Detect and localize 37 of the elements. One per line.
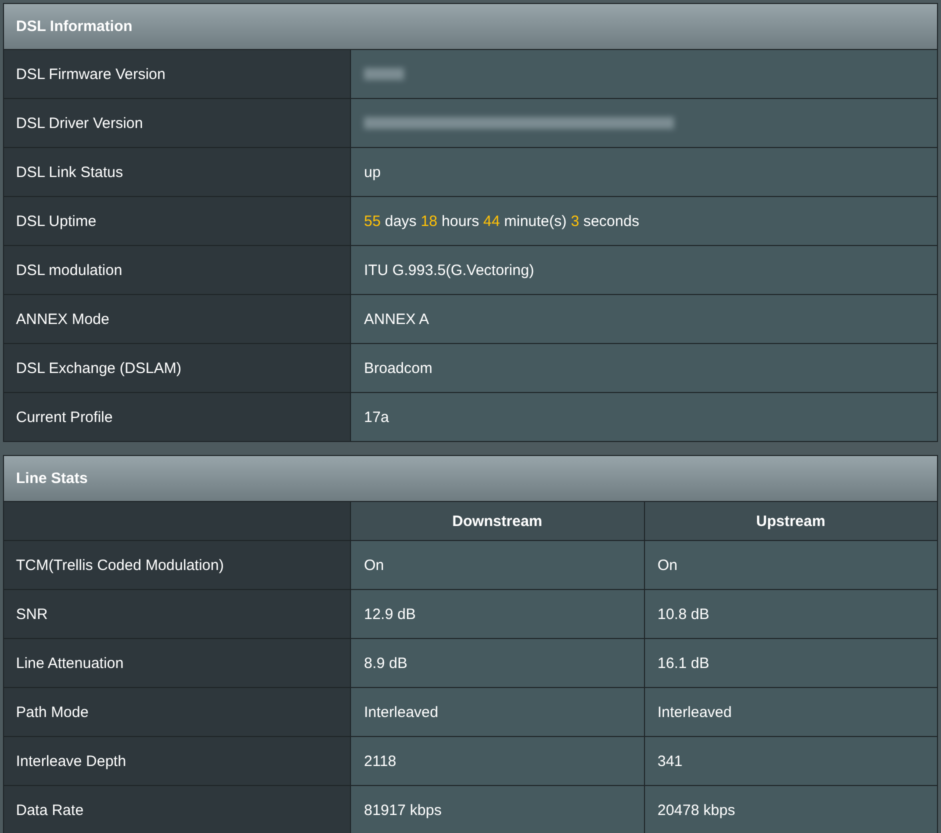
table-cell: 20478 kbps [644,786,937,833]
table-cell: ANNEX Mode [4,295,351,343]
table-cell: 341 [644,737,937,785]
table-cell: TCM(Trellis Coded Modulation) [4,541,351,589]
table-cell: Broadcom [351,344,937,392]
table-cell: up [351,148,937,196]
table-cell: 12.9 dB [351,590,644,638]
table-cell: On [644,541,937,589]
section-header: DSL Information [4,4,937,50]
table-cell: Path Mode [4,688,351,736]
table-cell: ANNEX A [351,295,937,343]
table-cell: SNR [4,590,351,638]
table-cell: 10.8 dB [644,590,937,638]
table-cell: DSL Uptime [4,197,351,245]
table-cell: On [351,541,644,589]
table-cell: Interleaved [351,688,644,736]
table-cell: 17a [351,393,937,441]
table-cell: 8.9 dB [351,639,644,687]
table-cell: Interleaved [644,688,937,736]
table-cell: DSL modulation [4,246,351,294]
section-header: Line Stats [4,456,937,502]
table-cell: 16.1 dB [644,639,937,687]
table-cell: Data Rate [4,786,351,833]
table-cell: Line Attenuation [4,639,351,687]
column-header: Downstream [351,502,644,540]
table-cell: DSL Link Status [4,148,351,196]
table-cell: 2118 [351,737,644,785]
column-header: Upstream [644,502,937,540]
table-cell: DSL Exchange (DSLAM) [4,344,351,392]
blurred-text [364,68,404,80]
table-cell: DSL Firmware Version [4,50,351,98]
table-cell: DSL Driver Version [4,99,351,147]
table-cell: Interleave Depth [4,737,351,785]
table-cell: Current Profile [4,393,351,441]
table-cell: ITU G.993.5(G.Vectoring) [351,246,937,294]
table-cell: 81917 kbps [351,786,644,833]
table-cell: 55 days 18 hours 44 minute(s) 3 seconds [351,197,937,245]
